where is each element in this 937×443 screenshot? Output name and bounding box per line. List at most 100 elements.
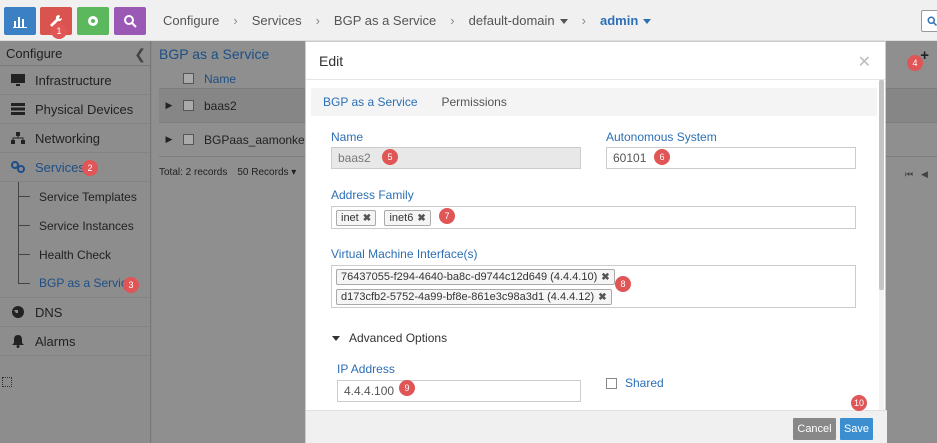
sidebar-item-dns[interactable]: DNS	[0, 298, 150, 327]
sidebar-item-service-templates[interactable]: Service Templates	[0, 182, 150, 211]
breadcrumb-configure[interactable]: Configure	[163, 13, 219, 28]
annotation-badge: 1	[51, 23, 67, 39]
vmi-input[interactable]: 76437055-f294-4640-ba8c-d9744c12d649 (4.…	[331, 265, 856, 308]
column-header-name[interactable]: Name	[204, 72, 236, 86]
chevron-right-icon: ›	[233, 13, 238, 28]
modal-header: Edit ✕	[306, 42, 885, 80]
tag-label: inet6	[389, 212, 414, 224]
sidebar-item-health-check[interactable]: Health Check	[0, 240, 150, 269]
sidebar-item-label: Service Templates	[39, 189, 137, 204]
remove-icon[interactable]: ✖	[601, 272, 609, 283]
sidebar-title: Configure	[6, 46, 63, 61]
row-name: BGPaas_aamonker	[204, 132, 309, 147]
ip-address-field[interactable]: 4.4.4.100	[337, 380, 581, 402]
tag-label: 76437055-f294-4640-ba8c-d9744c12d649 (4.…	[341, 271, 598, 283]
qr-icon	[2, 377, 12, 387]
modal-title: Edit	[319, 53, 344, 69]
sidebar-item-label: Physical Devices	[35, 101, 134, 117]
select-all-checkbox[interactable]	[183, 73, 194, 84]
sidebar-item-bgpaas[interactable]: BGP as a Service 3	[0, 269, 150, 298]
tag-vmi: d173cfb2-5752-4a99-bf8e-861e3c98a3d1 (4.…	[336, 289, 612, 305]
sidebar-item-physical-devices[interactable]: Physical Devices	[0, 95, 150, 124]
row-checkbox[interactable]	[183, 134, 194, 145]
settings-tab[interactable]	[77, 7, 109, 35]
tag-inet: inet ✖	[336, 210, 377, 226]
caret-right-icon[interactable]: ▶	[159, 100, 179, 111]
tab-permissions[interactable]: Permissions	[430, 95, 519, 109]
first-page-icon[interactable]: ⏮	[905, 169, 913, 180]
scrollbar[interactable]	[879, 80, 884, 410]
sidebar-item-services[interactable]: Services 2	[0, 153, 150, 182]
sidebar-item-label: Services	[35, 159, 85, 175]
breadcrumb-domain[interactable]: default-domain	[469, 13, 568, 28]
globe-icon	[10, 304, 26, 320]
tree-tick	[18, 254, 30, 255]
modal-body: BGP as a Service Permissions Name baas2 …	[306, 80, 880, 410]
tag-label: inet	[341, 212, 359, 224]
page-size-select[interactable]: 50 Records ▾	[237, 167, 296, 178]
sidebar-item-infrastructure[interactable]: Infrastructure	[0, 66, 150, 95]
search-button[interactable]	[921, 10, 937, 32]
remove-icon[interactable]: ✖	[598, 292, 606, 303]
annotation-badge: 2	[82, 160, 98, 176]
total-records: Total: 2 records	[159, 167, 228, 178]
tab-bgpaas[interactable]: BGP as a Service	[311, 95, 430, 109]
advanced-options-label: Advanced Options	[349, 331, 448, 345]
modal-tabs: BGP as a Service Permissions	[311, 88, 877, 116]
bar-chart-icon	[13, 17, 27, 28]
autonomous-system-label: Autonomous System	[606, 130, 717, 144]
address-family-input[interactable]: inet ✖ inet6 ✖	[331, 206, 856, 229]
sidebar-item-label: Service Instances	[39, 218, 134, 233]
advanced-options-toggle[interactable]: Advanced Options	[332, 331, 447, 345]
autonomous-system-field[interactable]: 60101	[606, 147, 856, 169]
breadcrumb: Configure › Services › BGP as a Service …	[163, 13, 652, 28]
sidebar-item-label: Alarms	[35, 333, 76, 349]
caret-down-icon	[643, 19, 652, 25]
tree-tick	[18, 196, 30, 197]
breadcrumb-project[interactable]: admin	[599, 13, 652, 28]
prev-page-icon[interactable]: ◀	[921, 169, 928, 180]
domain-label: default-domain	[468, 13, 555, 28]
query-tab[interactable]	[114, 7, 146, 35]
ip-address-label: IP Address	[337, 362, 395, 376]
save-button[interactable]: Save	[840, 418, 873, 440]
sidebar: Configure ❮ Infrastructure Physical Devi…	[0, 41, 151, 443]
chevron-left-icon[interactable]: ❮	[134, 46, 146, 63]
search-icon	[927, 16, 937, 27]
cancel-button[interactable]: Cancel	[793, 418, 836, 440]
network-icon	[10, 130, 26, 146]
page-size-label: 50 Records	[237, 167, 289, 178]
modal-footer: Cancel Save	[306, 410, 887, 443]
tag-inet6: inet6 ✖	[384, 210, 431, 226]
breadcrumb-services[interactable]: Services	[252, 13, 302, 28]
sidebar-item-label: DNS	[35, 304, 63, 320]
remove-icon[interactable]: ✖	[363, 213, 371, 224]
caret-right-icon[interactable]: ▶	[159, 134, 179, 145]
shared-label: Shared	[625, 376, 664, 390]
checkbox-box	[606, 377, 617, 389]
sidebar-item-service-instances[interactable]: Service Instances	[0, 211, 150, 240]
name-field: baas2	[331, 147, 581, 169]
project-label: admin	[599, 13, 639, 28]
sidebar-item-networking[interactable]: Networking	[0, 124, 150, 153]
page-title: BGP as a Service	[159, 46, 270, 62]
gear-icon	[88, 16, 98, 26]
shared-checkbox[interactable]: Shared	[606, 376, 664, 390]
row-checkbox[interactable]	[183, 100, 194, 111]
sidebar-item-label: BGP as a Service	[39, 276, 134, 290]
sidebar-item-alarms[interactable]: Alarms	[0, 327, 150, 356]
vmi-label: Virtual Machine Interface(s)	[331, 247, 478, 261]
breadcrumb-bgpaas[interactable]: BGP as a Service	[334, 13, 436, 28]
tree-line	[18, 269, 19, 284]
close-icon[interactable]: ✕	[858, 52, 871, 72]
annotation-badge: 5	[382, 149, 398, 165]
caret-down-icon	[559, 19, 568, 25]
row-name: baas2	[204, 98, 237, 113]
monitor-tab[interactable]	[4, 7, 36, 35]
search-icon	[124, 15, 137, 28]
annotation-badge: 3	[123, 277, 139, 293]
scrollbar-thumb[interactable]	[879, 80, 884, 290]
annotation-badge: 9	[399, 380, 415, 396]
sidebar-header: Configure ❮	[0, 41, 150, 66]
remove-icon[interactable]: ✖	[417, 213, 425, 224]
